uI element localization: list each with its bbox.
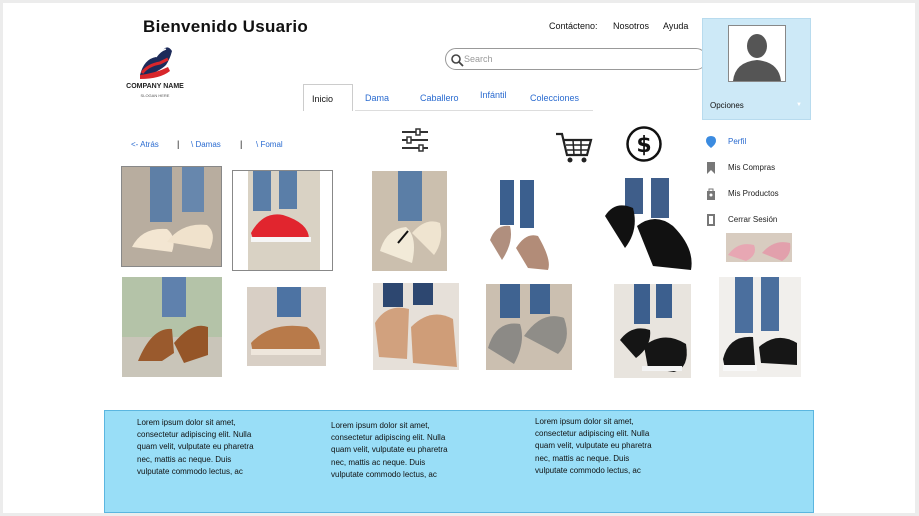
dollar-icon[interactable]: $ [625,125,663,163]
menu-item-label: Mis Compras [728,163,776,172]
footer-text-column: Lorem ipsum dolor sit amet, consectetur … [331,421,448,479]
breadcrumb-formal[interactable]: \ Fomal [256,140,283,149]
company-logo[interactable]: COMPANY NAME SLOGAN HERE [116,37,194,111]
product-image[interactable] [372,171,447,271]
shoe-photo [603,178,694,272]
shoe-photo [486,284,572,370]
shoe-photo [719,277,801,377]
menu-item-label: Mis Productos [728,189,779,198]
menu-item-label: Perfil [728,137,747,146]
options-label[interactable]: Opciones [710,101,744,110]
product-image[interactable] [488,180,556,273]
breadcrumb-damas[interactable]: \ Damas [191,140,221,149]
filter-icon[interactable] [401,128,429,153]
search-icon [451,54,464,67]
shoe-photo [247,287,326,366]
nav-about[interactable]: Nosotros [613,21,649,31]
shoe-photo [248,171,320,270]
location-pin-icon [706,136,716,148]
category-tabs: Inicio Dama Caballero Infántil Coleccion… [303,84,593,111]
user-avatar-icon [729,26,785,81]
breadcrumb-separator: | [177,139,180,149]
shoe-photo [373,283,459,370]
product-image[interactable] [121,166,222,267]
product-image[interactable] [232,170,333,271]
menu-item-label: Cerrar Sesión [728,215,778,224]
logout-door-icon [707,214,715,226]
nav-help[interactable]: Ayuda [663,21,688,31]
shoe-photo [726,233,792,262]
product-image[interactable] [603,178,694,272]
cart-icon[interactable] [555,131,593,165]
company-slogan: SLOGAN HERE [140,93,170,98]
shoe-photo [122,277,222,377]
shoe-photo [372,171,447,271]
product-image[interactable] [614,284,691,378]
shoe-photo [614,284,691,378]
product-image[interactable] [247,287,326,366]
product-image[interactable] [719,277,801,377]
chevron-down-icon[interactable]: ▼ [796,102,802,108]
footer-text-column: Lorem ipsum dolor sit amet, consectetur … [535,417,652,475]
welcome-title: Bienvenido Usuario [143,17,309,36]
company-name: COMPANY NAME [126,83,184,90]
footer: Lorem ipsum dolor sit amet, consectetur … [104,410,814,513]
back-link[interactable]: <- Atrás [131,140,159,149]
product-image[interactable] [726,233,792,262]
bookmark-icon [707,162,715,174]
tab-dama[interactable]: Dama [365,84,389,111]
product-image[interactable] [122,277,222,377]
tabs-divider [355,110,593,111]
product-image[interactable] [373,283,459,370]
search-bar[interactable] [445,48,707,70]
avatar[interactable] [728,25,786,82]
breadcrumb-separator: | [240,139,243,149]
svg-text:$: $ [636,133,651,158]
tab-infantil[interactable]: Infántil [480,81,507,108]
shoe-logo-icon [140,47,172,79]
tab-inicio[interactable]: Inicio [303,84,353,111]
profile-panel: Opciones ▼ [702,18,811,120]
shoe-photo [122,167,221,266]
product-image[interactable] [486,284,572,370]
tab-caballero[interactable]: Caballero [420,84,460,111]
bag-icon [707,188,715,200]
nav-contact[interactable]: Contácteno: [549,21,598,31]
tab-colecciones[interactable]: Colecciones [530,84,579,111]
shoe-photo [488,180,556,273]
footer-text-column: Lorem ipsum dolor sit amet, consectetur … [137,418,254,476]
search-input[interactable] [464,51,694,67]
